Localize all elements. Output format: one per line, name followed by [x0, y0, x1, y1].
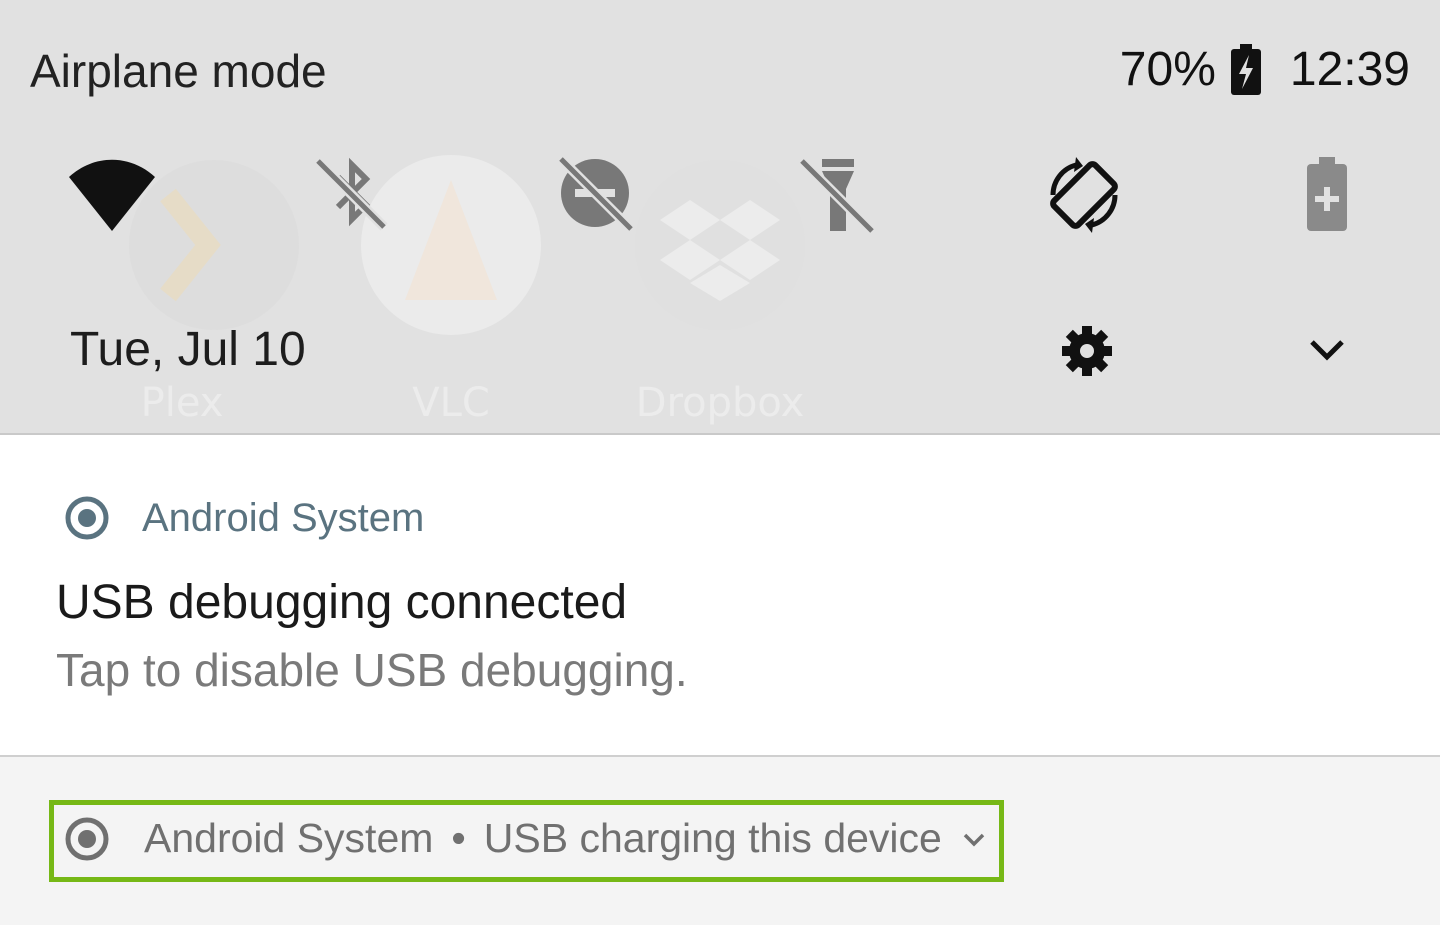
expand-shade-button[interactable]	[1300, 330, 1354, 370]
status-bar-right: 70% 12:39	[1120, 42, 1410, 97]
flashlight-off-icon	[798, 157, 876, 235]
rotate-icon	[1050, 157, 1118, 233]
qs-tile-wifi[interactable]	[67, 150, 157, 240]
battery-saver-icon	[1307, 157, 1347, 231]
settings-button[interactable]	[1060, 324, 1114, 378]
notification-usb-charging[interactable]: Android System • USB charging this devic…	[0, 757, 1440, 925]
qs-tile-bluetooth[interactable]	[307, 150, 397, 240]
gear-icon	[1062, 326, 1112, 376]
notification-app-name: Android System	[144, 815, 434, 861]
quick-settings-row	[0, 150, 1440, 240]
notification-title: USB debugging connected	[56, 576, 628, 629]
dnd-off-icon	[557, 155, 635, 233]
wifi-icon	[69, 159, 155, 231]
battery-percent: 70%	[1119, 43, 1216, 96]
qs-tile-flashlight[interactable]	[793, 150, 883, 240]
qs-tile-do-not-disturb[interactable]	[552, 150, 642, 240]
separator-dot: •	[451, 815, 466, 861]
chevron-down-icon	[1310, 340, 1344, 361]
notification-app-name: Android System	[142, 495, 425, 540]
quick-settings-shade: Plex VLC Dropbox Airplane mode 70% 12:39	[0, 0, 1440, 435]
airplane-mode-label: Airplane mode	[30, 45, 327, 97]
collapsed-notification-row: Android System • USB charging this devic…	[64, 815, 988, 862]
android-system-icon	[65, 817, 109, 860]
android-system-icon	[65, 496, 109, 540]
notification-header: Android System	[64, 495, 424, 541]
background-app-label-dropbox: Dropbox	[635, 380, 805, 426]
notification-text: Tap to disable USB debugging.	[56, 644, 688, 696]
notification-summary: USB charging this device	[483, 815, 942, 861]
clock: 12:39	[1289, 43, 1410, 96]
qs-tile-battery-saver[interactable]	[1282, 150, 1372, 240]
shade-date: Tue, Jul 10	[70, 323, 306, 376]
chevron-down-icon[interactable]	[960, 829, 988, 849]
background-app-label-vlc: VLC	[412, 380, 490, 426]
qs-tile-auto-rotate[interactable]	[1039, 150, 1129, 240]
battery-charging-icon	[1230, 43, 1261, 95]
bluetooth-off-icon	[314, 157, 388, 231]
background-app-label-plex: Plex	[140, 380, 224, 426]
notification-usb-debugging[interactable]: Android System USB debugging connected T…	[0, 435, 1440, 757]
